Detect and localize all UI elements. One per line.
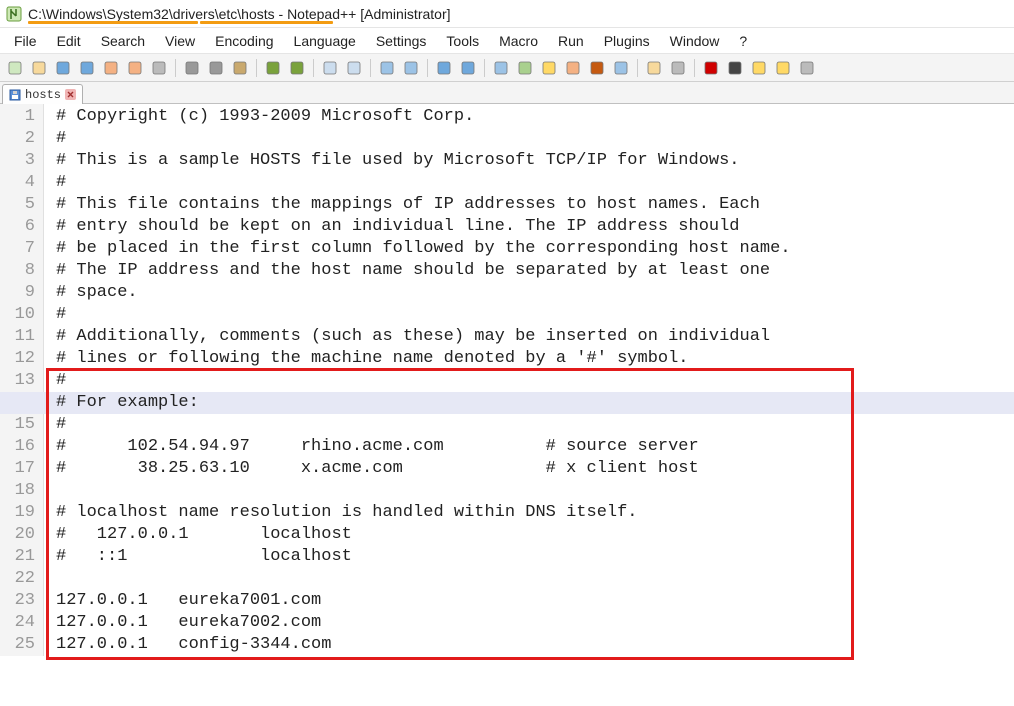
language-button[interactable]: [562, 57, 584, 79]
open-file-icon: [31, 60, 47, 76]
menu-file[interactable]: File: [4, 31, 47, 51]
toolbar: [0, 54, 1014, 82]
show-all-icon: [517, 60, 533, 76]
toolbar-separator: [175, 59, 176, 77]
toolbar-separator: [313, 59, 314, 77]
editor[interactable]: 1 2 3 4 5 6 7 8 9 10 11 12 13 14 15 16 1…: [0, 104, 1014, 656]
replace-icon: [346, 60, 362, 76]
copy-button[interactable]: [205, 57, 227, 79]
menu-language[interactable]: Language: [284, 31, 366, 51]
tab-bar: hosts: [0, 82, 1014, 104]
window-title: C:\Windows\System32\drivers\etc\hosts - …: [28, 6, 451, 22]
close-button[interactable]: [100, 57, 122, 79]
doc-map-icon: [613, 60, 629, 76]
toolbar-separator: [427, 59, 428, 77]
stop-icon: [727, 60, 743, 76]
toolbar-separator: [370, 59, 371, 77]
menu-tools[interactable]: Tools: [436, 31, 489, 51]
show-all-button[interactable]: [514, 57, 536, 79]
app-icon: [6, 6, 22, 22]
save-icon: [9, 89, 21, 101]
copy-icon: [208, 60, 224, 76]
menu-bar: File Edit Search View Encoding Language …: [0, 28, 1014, 54]
paste-button[interactable]: [229, 57, 251, 79]
zoom-in-icon: [379, 60, 395, 76]
menu-encoding[interactable]: Encoding: [205, 31, 283, 51]
zoom-out-button[interactable]: [400, 57, 422, 79]
play-icon: [751, 60, 767, 76]
record-icon: [703, 60, 719, 76]
doc-map-button[interactable]: [610, 57, 632, 79]
cut-button[interactable]: [181, 57, 203, 79]
annotation-underline-2: [200, 21, 333, 24]
sync-h-icon: [460, 60, 476, 76]
play-multi-button[interactable]: [772, 57, 794, 79]
wordwrap-button[interactable]: [490, 57, 512, 79]
print-icon: [151, 60, 167, 76]
title-bar: C:\Windows\System32\drivers\etc\hosts - …: [0, 0, 1014, 28]
redo-icon: [289, 60, 305, 76]
save-all-button[interactable]: [76, 57, 98, 79]
toolbar-separator: [694, 59, 695, 77]
find-icon: [322, 60, 338, 76]
tab-label: hosts: [25, 88, 61, 102]
spell-button[interactable]: [586, 57, 608, 79]
toolbar-separator: [256, 59, 257, 77]
indent-guide-icon: [541, 60, 557, 76]
toolbar-separator: [484, 59, 485, 77]
menu-help[interactable]: ?: [729, 31, 757, 51]
cut-icon: [184, 60, 200, 76]
undo-icon: [265, 60, 281, 76]
sync-v-button[interactable]: [433, 57, 455, 79]
stop-button[interactable]: [724, 57, 746, 79]
undo-button[interactable]: [262, 57, 284, 79]
spell-icon: [589, 60, 605, 76]
save-icon: [55, 60, 71, 76]
menu-search[interactable]: Search: [91, 31, 155, 51]
menu-edit[interactable]: Edit: [47, 31, 91, 51]
menu-window[interactable]: Window: [660, 31, 730, 51]
paste-icon: [232, 60, 248, 76]
menu-view[interactable]: View: [155, 31, 205, 51]
monitor-button[interactable]: [667, 57, 689, 79]
file-tab-hosts[interactable]: hosts: [2, 84, 83, 104]
save-button[interactable]: [52, 57, 74, 79]
print-button[interactable]: [148, 57, 170, 79]
close-all-button[interactable]: [124, 57, 146, 79]
menu-settings[interactable]: Settings: [366, 31, 437, 51]
play-button[interactable]: [748, 57, 770, 79]
save-macro-icon: [799, 60, 815, 76]
sync-v-icon: [436, 60, 452, 76]
save-all-icon: [79, 60, 95, 76]
new-file-button[interactable]: [4, 57, 26, 79]
folder-button[interactable]: [643, 57, 665, 79]
save-macro-button[interactable]: [796, 57, 818, 79]
menu-run[interactable]: Run: [548, 31, 594, 51]
open-file-button[interactable]: [28, 57, 50, 79]
redo-button[interactable]: [286, 57, 308, 79]
toolbar-separator: [637, 59, 638, 77]
find-button[interactable]: [319, 57, 341, 79]
replace-button[interactable]: [343, 57, 365, 79]
zoom-out-icon: [403, 60, 419, 76]
close-all-icon: [127, 60, 143, 76]
indent-guide-button[interactable]: [538, 57, 560, 79]
sync-h-button[interactable]: [457, 57, 479, 79]
language-icon: [565, 60, 581, 76]
folder-icon: [646, 60, 662, 76]
code-area[interactable]: # Copyright (c) 1993-2009 Microsoft Corp…: [44, 104, 1014, 656]
annotation-underline-1: [28, 21, 198, 24]
close-icon: [103, 60, 119, 76]
wordwrap-icon: [493, 60, 509, 76]
line-number-gutter: 1 2 3 4 5 6 7 8 9 10 11 12 13 14 15 16 1…: [0, 104, 44, 656]
monitor-icon: [670, 60, 686, 76]
record-button[interactable]: [700, 57, 722, 79]
menu-macro[interactable]: Macro: [489, 31, 548, 51]
play-multi-icon: [775, 60, 791, 76]
close-icon[interactable]: [65, 89, 76, 100]
new-file-icon: [7, 60, 23, 76]
zoom-in-button[interactable]: [376, 57, 398, 79]
menu-plugins[interactable]: Plugins: [594, 31, 660, 51]
